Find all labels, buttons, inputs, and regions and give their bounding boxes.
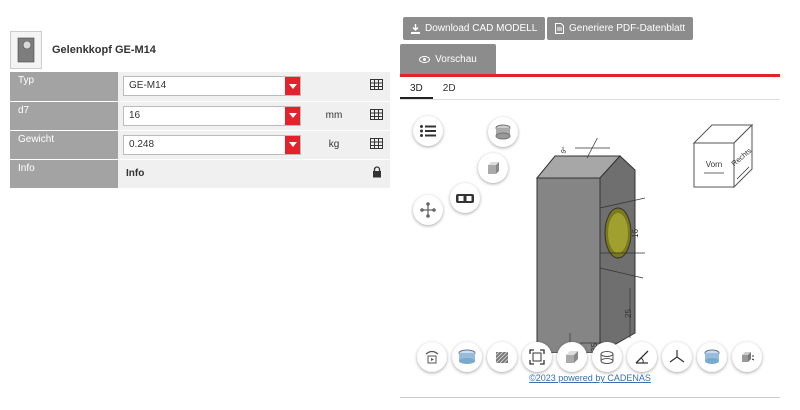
bottom-divider [400,397,780,398]
angle-measure-icon[interactable] [627,342,657,372]
tab-3d[interactable]: 3D [400,80,433,99]
gewicht-select[interactable]: 0.248 [123,134,301,155]
accent-divider [400,74,780,77]
typ-select[interactable]: GE-M14 [123,76,301,97]
cube-view-icon[interactable] [478,153,508,183]
download-cad-label: Download CAD MODELL [425,23,538,34]
cylinder-shade-icon[interactable] [697,342,727,372]
attribute-row-typ: Typ GE-M14 [10,72,390,102]
attribute-label: d7 [10,101,118,131]
box-view-icon[interactable] [557,342,587,372]
product-thumbnail [10,31,42,69]
attribute-label: Info [10,159,118,189]
attribute-unit [305,72,363,102]
tab-2d[interactable]: 2D [433,80,466,99]
menu-icon[interactable] [413,116,443,146]
attribute-unit [305,159,363,189]
attribute-row-d7: d7 16 mm [10,101,390,131]
dim-angle: 9° [559,145,569,154]
hatched-view-icon[interactable] [487,342,517,372]
d7-select-value: 16 [129,109,141,121]
chevron-down-icon[interactable] [285,106,300,125]
measure-cylinder-icon[interactable] [592,342,622,372]
cadenas-link[interactable]: ©2023 powered by CADENAS [400,373,780,383]
generate-pdf-label: Generiere PDF-Datenblatt [569,23,686,34]
explode-view-icon[interactable] [732,342,762,372]
table-icon[interactable] [370,137,383,152]
cad-viewer[interactable]: Vorn Rechts 16 25 35 9° [400,103,780,393]
shaded-view-icon[interactable] [452,342,482,372]
chevron-down-icon[interactable] [285,77,300,96]
document-icon [555,23,564,34]
tab-preview[interactable]: Vorschau [400,44,496,74]
chevron-down-icon[interactable] [285,135,300,154]
typ-select-value: GE-M14 [129,80,167,92]
gewicht-select-value: 0.248 [129,138,155,150]
dim-d: 16 [631,229,640,238]
product-header: Gelenkkopf GE-M14 [10,30,390,70]
table-icon[interactable] [370,108,383,123]
cylinder-view-icon[interactable] [488,117,518,147]
lock-icon [372,166,382,181]
move-icon[interactable] [413,195,443,225]
attribute-unit: kg [305,130,363,160]
info-value: Info [126,168,145,179]
product-panel: Gelenkkopf GE-M14 Typ GE-M14 d7 16 mm Ge… [10,30,390,189]
attribute-row-info: Info Info [10,159,390,189]
preview-panel: Download CAD MODELL Generiere PDF-Datenb… [400,17,780,407]
d7-select[interactable]: 16 [123,105,301,126]
attribute-row-gewicht: Gewicht 0.248 kg [10,130,390,160]
attribute-table: Typ GE-M14 d7 16 mm Gewicht 0.248 kg Inf… [10,72,390,189]
view-cube[interactable]: Vorn Rechts [690,121,772,193]
attribute-label: Typ [10,72,118,102]
cad-model: 16 25 35 9° [535,138,646,353]
table-icon[interactable] [370,79,383,93]
product-title: Gelenkkopf GE-M14 [52,44,156,56]
generate-pdf-button[interactable]: Generiere PDF-Datenblatt [547,17,694,40]
dim-h: 25 [624,309,633,318]
view-cube-front-label: Vorn [706,160,722,169]
eye-icon [419,55,431,63]
axes-icon[interactable] [662,342,692,372]
fit-view-icon[interactable] [522,342,552,372]
vr-glasses-icon[interactable] [450,183,480,213]
view-tabs: 3D 2D [400,80,780,100]
attribute-unit: mm [305,101,363,131]
download-cad-button[interactable]: Download CAD MODELL [403,17,546,40]
rotate-play-icon[interactable] [417,342,447,372]
attribute-label: Gewicht [10,130,118,160]
tab-preview-label: Vorschau [435,53,477,65]
download-icon [411,23,420,34]
